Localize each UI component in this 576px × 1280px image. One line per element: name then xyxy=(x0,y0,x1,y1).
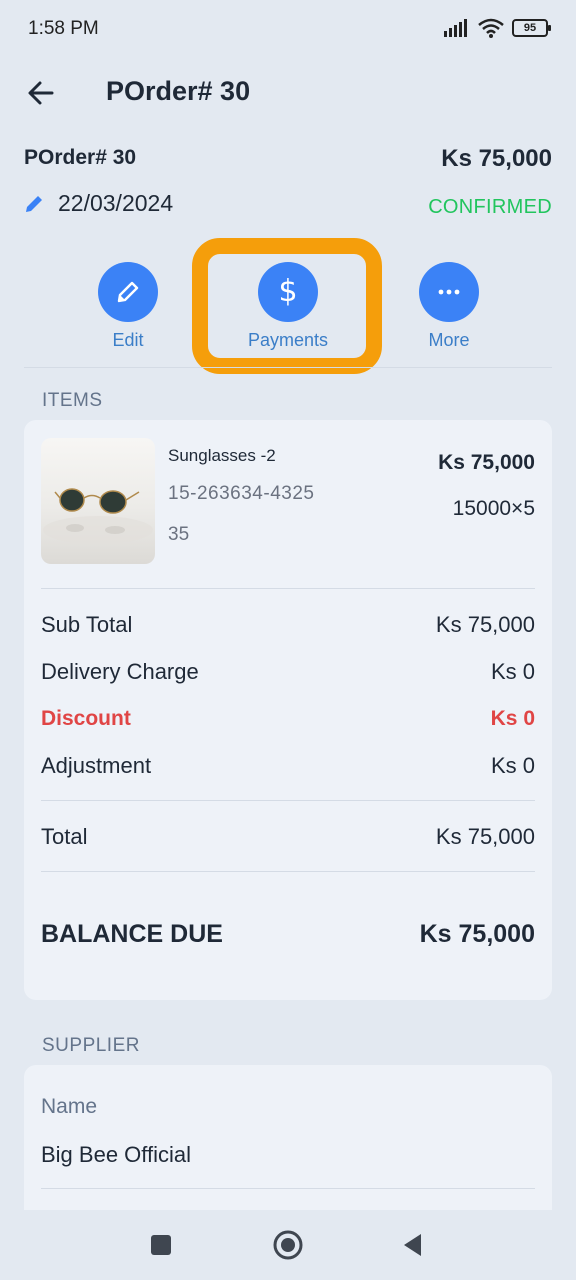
total-row: Total Ks 75,000 xyxy=(41,824,535,850)
more-dots-icon xyxy=(438,289,460,295)
edit-label: Edit xyxy=(112,330,144,350)
balance-due-value: Ks 75,000 xyxy=(419,920,535,948)
adjustment-value: Ks 0 xyxy=(490,753,535,778)
highlight-annotation xyxy=(192,238,382,374)
balance-due-label: BALANCE DUE xyxy=(41,920,223,948)
status-icons: 95 xyxy=(444,18,551,38)
order-id: POrder# 30 xyxy=(24,146,137,169)
item-number: 35 xyxy=(168,524,190,545)
home-button[interactable] xyxy=(271,1228,305,1262)
item-amount: Ks 75,000 xyxy=(438,451,535,474)
wifi-icon xyxy=(478,18,504,38)
total-value: Ks 75,000 xyxy=(435,824,535,849)
sub-total-label: Sub Total xyxy=(41,612,133,637)
total-label: Total xyxy=(41,824,88,849)
more-circle xyxy=(419,262,479,322)
discount-label: Discount xyxy=(41,707,131,730)
square-icon xyxy=(151,1235,171,1255)
triangle-back-icon xyxy=(404,1234,421,1256)
item-quantity: 15000×5 xyxy=(452,497,535,520)
back-nav-button[interactable] xyxy=(396,1228,430,1262)
battery-level: 95 xyxy=(523,22,537,34)
order-date: 22/03/2024 xyxy=(58,190,174,216)
status-time: 1:58 PM xyxy=(28,18,99,39)
item-sku: 15-263634-4325 xyxy=(168,483,315,504)
back-button[interactable] xyxy=(24,76,58,110)
more-label: More xyxy=(428,330,470,350)
recents-button[interactable] xyxy=(144,1228,178,1262)
items-section-label: ITEMS xyxy=(42,390,103,411)
divider xyxy=(41,800,535,801)
pencil-icon xyxy=(26,195,42,212)
adjustment-row: Adjustment Ks 0 xyxy=(41,753,535,779)
divider xyxy=(41,871,535,872)
status-bar: 1:58 PM 95 xyxy=(0,0,576,58)
supplier-name-label: Name xyxy=(41,1095,98,1118)
supplier-name-value: Big Bee Official xyxy=(41,1142,192,1167)
more-button[interactable]: More xyxy=(389,262,509,351)
divider xyxy=(24,367,552,368)
arrow-back-icon xyxy=(28,81,54,105)
edit-circle xyxy=(98,262,158,322)
item-thumbnail[interactable] xyxy=(41,438,155,564)
items-card: Sunglasses -2 15-263634-4325 35 Ks 75,00… xyxy=(24,420,552,1000)
supplier-card[interactable]: Name Big Bee Official xyxy=(24,1065,552,1225)
delivery-row: Delivery Charge Ks 0 xyxy=(41,659,535,685)
divider xyxy=(41,1188,535,1189)
sunglasses-icon xyxy=(43,488,153,544)
sub-total-row: Sub Total Ks 75,000 xyxy=(41,612,535,638)
edit-button[interactable]: Edit xyxy=(68,262,188,351)
supplier-section-label: SUPPLIER xyxy=(42,1035,140,1056)
page-title: POrder# 30 xyxy=(106,76,251,106)
battery-icon: 95 xyxy=(512,19,551,37)
item-name: Sunglasses -2 xyxy=(168,446,276,465)
app-bar: POrder# 30 xyxy=(0,60,576,126)
adjustment-label: Adjustment xyxy=(41,753,152,778)
home-circle-icon xyxy=(273,1230,303,1260)
status-badge: CONFIRMED xyxy=(428,196,552,218)
signal-icon xyxy=(444,19,467,37)
sub-total-value: Ks 75,000 xyxy=(435,612,535,637)
pencil-icon xyxy=(117,281,139,303)
discount-row: Discount Ks 0 xyxy=(41,707,535,731)
divider xyxy=(41,588,535,589)
balance-due-row: BALANCE DUE Ks 75,000 xyxy=(41,920,535,949)
system-nav-bar xyxy=(0,1210,576,1280)
delivery-label: Delivery Charge xyxy=(41,659,199,684)
order-total: Ks 75,000 xyxy=(441,145,552,172)
discount-value: Ks 0 xyxy=(490,707,535,730)
delivery-value: Ks 0 xyxy=(490,659,535,684)
date-row[interactable]: 22/03/2024 xyxy=(24,190,173,217)
